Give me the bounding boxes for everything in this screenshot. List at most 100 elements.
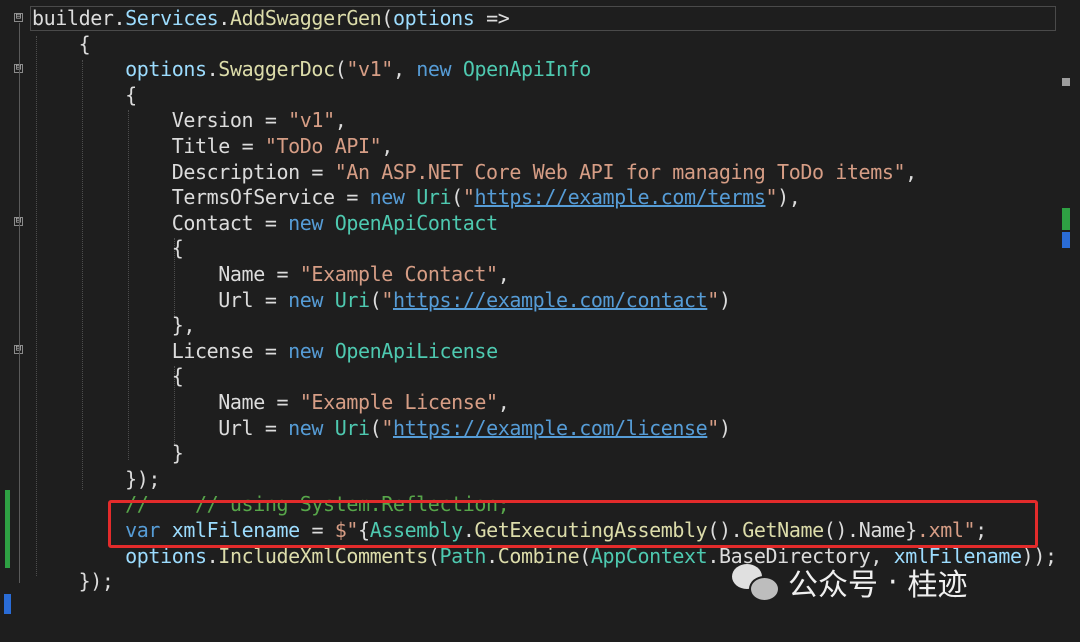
- code-line[interactable]: Version = "v1",: [32, 107, 347, 133]
- code-token: (: [369, 287, 382, 312]
- code-token: =: [229, 134, 265, 158]
- code-token: =: [253, 415, 289, 440]
- code-token: ): [718, 415, 731, 440]
- code-token: .: [206, 57, 219, 82]
- code-token: =: [299, 159, 335, 184]
- collapse-box-icon[interactable]: ⊟: [14, 13, 23, 22]
- scrollbar-position-mark: [1062, 232, 1070, 248]
- code-token: "Example Contact": [299, 262, 498, 286]
- code-line[interactable]: Url = new Uri("https://example.com/conta…: [32, 287, 731, 313]
- code-token: ,: [497, 390, 510, 414]
- code-line[interactable]: },: [32, 312, 196, 338]
- code-token: Url: [218, 287, 254, 312]
- code-line[interactable]: });: [32, 466, 160, 492]
- code-line[interactable]: Name = "Example License",: [32, 389, 509, 415]
- code-token: (: [381, 6, 393, 30]
- code-token: ": [462, 185, 475, 210]
- code-token: new: [288, 210, 324, 235]
- code-token: Url: [218, 415, 254, 440]
- code-token: (: [369, 415, 382, 440]
- code-line[interactable]: {: [32, 31, 91, 57]
- code-token: AddSwaggerGen: [229, 6, 382, 30]
- code-token: });: [32, 466, 161, 491]
- scrollbar-thumb[interactable]: [1062, 78, 1070, 86]
- code-url-link[interactable]: https://example.com/contact: [393, 288, 708, 312]
- code-token: }: [32, 441, 184, 466]
- watermark: 公众号 · 桂迹: [732, 560, 968, 604]
- code-token: ,: [381, 134, 393, 158]
- code-url-link[interactable]: https://example.com/license: [393, 416, 708, 440]
- code-line[interactable]: Name = "Example Contact",: [32, 261, 509, 287]
- code-token: License: [171, 338, 254, 363]
- code-token: =: [253, 287, 289, 312]
- watermark-separator: ·: [888, 564, 898, 600]
- code-token: ": [381, 415, 393, 440]
- code-token: options: [392, 6, 475, 30]
- code-line[interactable]: builder.Services.AddSwaggerGen(options =…: [32, 5, 510, 31]
- code-token: ": [707, 415, 719, 440]
- code-token: ,: [905, 159, 917, 184]
- code-token: Uri: [416, 185, 452, 210]
- code-token: =: [253, 210, 289, 235]
- code-token: .: [218, 6, 230, 30]
- code-line[interactable]: });: [32, 568, 114, 594]
- code-token: ": [381, 287, 393, 312]
- code-token: ,: [334, 108, 347, 133]
- code-editor[interactable]: ⊟ ⊟ ⊟ ⊟ builder.Services.AddSwaggerGen(o…: [0, 0, 1080, 642]
- code-line[interactable]: License = new OpenApiLicense: [32, 338, 498, 364]
- change-indicator: [5, 490, 10, 568]
- code-token: OpenApiLicense: [334, 338, 498, 363]
- code-token: Uri: [334, 415, 370, 440]
- code-line[interactable]: {: [32, 363, 184, 389]
- code-token: new: [288, 287, 324, 312]
- code-token: Contact: [171, 210, 254, 235]
- code-token: options: [125, 57, 207, 82]
- code-token: new: [369, 185, 405, 210]
- code-token: {: [32, 364, 184, 389]
- code-line[interactable]: Url = new Uri("https://example.com/licen…: [32, 415, 731, 441]
- code-token: Name: [218, 390, 265, 414]
- code-token: ,: [497, 262, 510, 286]
- code-url-link[interactable]: https://example.com/terms: [474, 185, 765, 209]
- code-line[interactable]: options.SwaggerDoc("v1", new OpenApiInfo: [32, 56, 591, 82]
- code-token: =: [253, 108, 289, 133]
- code-line[interactable]: Description = "An ASP.NET Core Web API f…: [32, 159, 917, 185]
- code-token: "An ASP.NET Core Web API for managing To…: [334, 159, 906, 184]
- code-line[interactable]: TermsOfService = new Uri("https://exampl…: [32, 184, 801, 210]
- vertical-scrollbar[interactable]: [1056, 75, 1080, 642]
- code-line[interactable]: Title = "ToDo API",: [32, 133, 394, 159]
- code-token: Name: [218, 262, 265, 286]
- code-token: =: [264, 390, 300, 414]
- annotation-highlight-box: [108, 500, 1038, 548]
- code-token: SwaggerDoc: [218, 57, 335, 82]
- code-token: (: [334, 57, 347, 82]
- code-line[interactable]: Contact = new OpenApiContact: [32, 210, 498, 236]
- fold-region-line: [19, 23, 21, 583]
- code-token: (: [451, 185, 463, 210]
- code-token: });: [32, 569, 114, 594]
- code-token: Services: [125, 6, 219, 30]
- code-token: Description: [171, 159, 300, 184]
- code-token: new: [288, 338, 324, 363]
- code-line[interactable]: {: [32, 82, 137, 108]
- code-token: new: [288, 415, 324, 440]
- code-token: TermsOfService: [171, 185, 335, 210]
- code-line[interactable]: {: [32, 235, 184, 261]
- code-line[interactable]: }: [32, 440, 184, 466]
- code-token: ,: [392, 57, 417, 82]
- code-token: {: [32, 31, 91, 56]
- code-token: OpenApiContact: [334, 210, 498, 235]
- code-token: builder.: [32, 6, 126, 30]
